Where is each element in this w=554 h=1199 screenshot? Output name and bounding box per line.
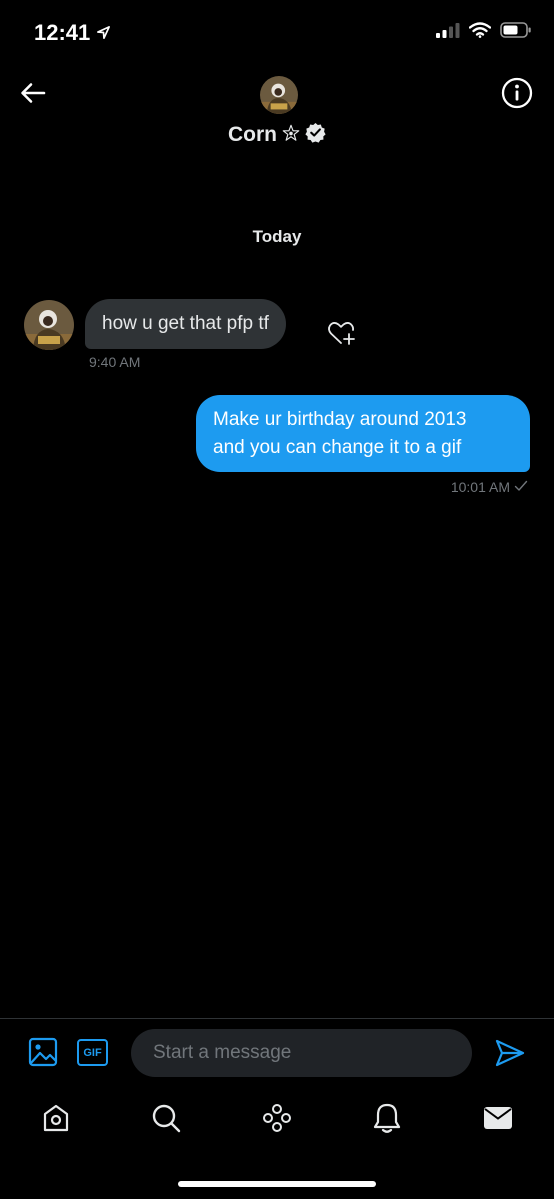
cellular-signal-icon: [436, 22, 460, 43]
status-time: 12:41: [34, 20, 111, 46]
status-time-text: 12:41: [34, 20, 91, 45]
compose-bar: GIF: [0, 1019, 554, 1087]
contact-name: Corn: [228, 123, 277, 146]
gif-button[interactable]: GIF: [77, 1039, 108, 1066]
add-reaction-button[interactable]: [326, 317, 358, 349]
star-badge-icon: [282, 124, 300, 147]
sent-message-time: 10:01 AM: [450, 479, 510, 495]
gif-button-label: GIF: [83, 1046, 102, 1059]
bottom-tab-bar: [0, 1094, 554, 1146]
conversation-header: Corn: [0, 64, 554, 164]
tab-messages[interactable]: [480, 1102, 516, 1138]
status-icons: [436, 22, 532, 43]
home-indicator[interactable]: [178, 1181, 376, 1187]
back-button[interactable]: [18, 80, 48, 110]
home-icon: [41, 1103, 71, 1138]
sent-message-meta: 10:01 AM: [451, 479, 528, 495]
received-message-bubble[interactable]: how u get that pfp tf: [85, 299, 286, 349]
tab-home[interactable]: [38, 1102, 74, 1138]
tab-spaces[interactable]: [259, 1102, 295, 1138]
send-button[interactable]: [494, 1037, 526, 1069]
contact-avatar[interactable]: [260, 76, 298, 114]
location-arrow-icon: [96, 20, 111, 46]
day-divider-label: Today: [252, 227, 302, 246]
contact-name-row[interactable]: Corn: [0, 122, 554, 148]
status-bar: 12:41: [0, 0, 554, 64]
add-photo-button[interactable]: [28, 1037, 60, 1069]
spaces-icon: [261, 1102, 293, 1139]
heart-plus-icon: [326, 322, 358, 353]
send-icon: [494, 1039, 526, 1073]
sender-avatar[interactable]: [24, 300, 74, 350]
image-icon: [28, 1037, 58, 1071]
search-icon: [151, 1103, 181, 1138]
tab-notifications[interactable]: [369, 1102, 405, 1138]
received-message-time: 9:40 AM: [89, 354, 141, 370]
battery-icon: [500, 22, 532, 43]
sent-check-icon: [514, 479, 528, 495]
conversation-info-button[interactable]: [500, 77, 534, 114]
envelope-icon: [483, 1105, 513, 1136]
sent-message-line: Make ur birthday around 2013: [213, 409, 467, 430]
bell-icon: [372, 1102, 402, 1139]
verified-badge-icon: [305, 122, 326, 148]
tab-search[interactable]: [148, 1102, 184, 1138]
arrow-left-icon: [20, 82, 46, 109]
wifi-icon: [468, 22, 492, 43]
message-input[interactable]: [131, 1029, 472, 1077]
sent-message-bubble[interactable]: Make ur birthday around 2013 and you can…: [196, 395, 530, 472]
info-circle-icon: [501, 77, 533, 114]
received-message-text: how u get that pfp tf: [102, 313, 269, 334]
sent-message-line: and you can change it to a gif: [213, 437, 462, 458]
